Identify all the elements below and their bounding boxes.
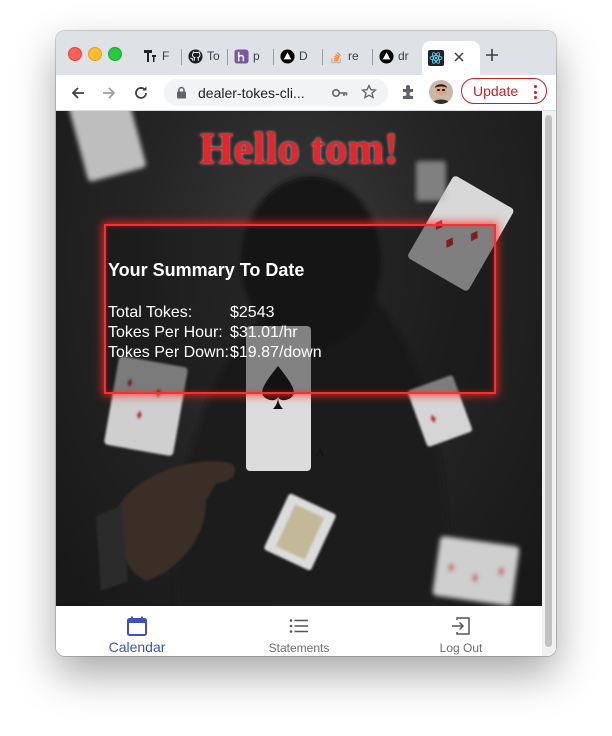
scrollbar-thumb[interactable] [545,115,552,647]
tab-label: p [253,49,260,63]
key-icon[interactable] [331,86,348,104]
type-icon [142,48,158,64]
tab-label: dr [398,49,409,63]
update-label: Update [473,83,519,99]
extensions-icon[interactable] [401,84,417,105]
update-button[interactable]: Update [461,78,547,104]
reload-button[interactable] [129,81,153,105]
tab-label: To [207,49,220,63]
nav-logout[interactable]: Log Out [380,606,542,656]
tab-separator [227,49,228,65]
triangle-logo-icon [378,48,394,64]
tab-separator [372,49,373,65]
stat-value-tokes-per-down: $19.87/down [230,344,322,361]
tab-strip: F To p D re dr [56,31,556,75]
calendar-icon [126,615,148,637]
page-content: A Hello tom! Your Summary To Date Total … [56,111,542,606]
logout-icon [451,615,471,637]
window-close-button[interactable] [68,47,82,61]
tab-active[interactable] [422,41,480,75]
tab-4[interactable]: D [279,43,317,69]
browser-window: F To p D re dr dealer-tokes-cli... Updat… [56,31,556,656]
arrow-left-icon [71,87,84,99]
profile-avatar[interactable] [429,80,453,104]
browser-toolbar: dealer-tokes-cli... Update [56,75,556,111]
tab-label: re [348,49,359,63]
url-text: dealer-tokes-cli... [198,85,305,101]
greeting-heading: Hello tom! [199,124,399,173]
stat-value-total-tokes: $2543 [230,304,275,321]
stat-value-tokes-per-hour: $31.01/hr [230,324,298,341]
back-button[interactable] [66,81,90,105]
tab-5[interactable]: re [328,43,366,69]
star-icon[interactable] [360,83,378,105]
nav-statements-label: Statements [268,641,330,655]
svg-text:A: A [316,445,325,459]
tab-label: D [299,49,308,63]
tab-1[interactable]: F [142,43,176,69]
list-icon [289,615,309,637]
tab-separator [181,49,182,65]
tab-label: F [162,49,170,63]
stat-label-tokes-per-hour: Tokes Per Hour: [108,324,223,341]
stat-label-total-tokes: Total Tokes: [108,304,193,321]
forward-button[interactable] [97,81,121,105]
nav-calendar-label: Calendar [108,639,166,655]
summary-title: Your Summary To Date [108,260,305,280]
window-maximize-button[interactable] [108,47,122,61]
summary-card: Your Summary To Date Total Tokes: $2543 … [104,224,496,394]
heroku-icon [233,48,249,64]
arrow-right-icon [103,87,116,99]
tab-close-icon[interactable] [454,51,464,65]
window-minimize-button[interactable] [88,47,102,61]
more-vert-icon [534,85,538,102]
triangle-logo-icon [279,48,295,64]
new-tab-button[interactable] [482,45,502,65]
github-icon [187,48,203,64]
address-bar[interactable]: dealer-tokes-cli... [164,79,388,106]
tab-2[interactable]: To [187,43,221,69]
lock-icon [176,86,187,104]
stat-label-tokes-per-down: Tokes Per Down: [108,344,229,361]
nav-logout-label: Log Out [439,641,483,655]
bottom-navigation: Calendar Statements Log Out [56,606,542,656]
nav-statements[interactable]: Statements [218,606,380,656]
stack-overflow-icon [328,48,344,64]
nav-calendar[interactable]: Calendar [56,606,218,656]
tab-3[interactable]: p [233,43,267,69]
tab-separator [273,49,274,65]
tab-separator [322,49,323,65]
tab-6[interactable]: dr [378,43,418,69]
reload-icon [135,86,147,99]
plus-icon [486,49,498,61]
page-scrollbar[interactable] [542,111,556,656]
react-icon [428,50,444,66]
